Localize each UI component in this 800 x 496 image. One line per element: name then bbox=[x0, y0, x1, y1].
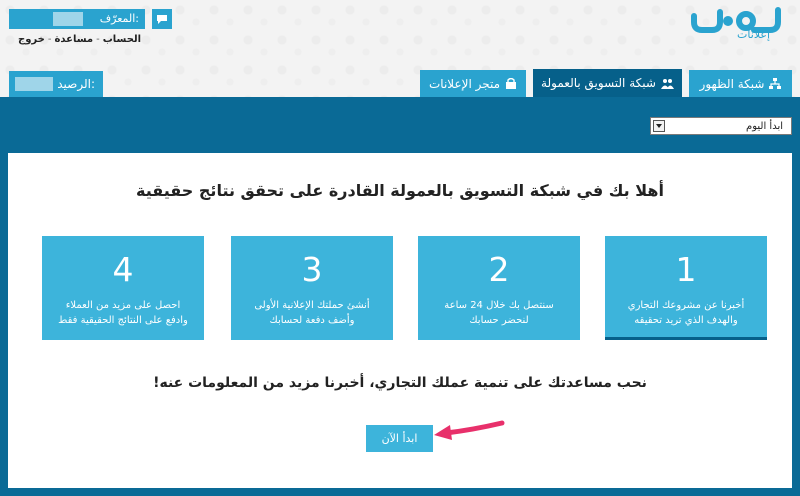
logo-subtitle: إعلانات bbox=[737, 28, 770, 41]
balance-value-redacted bbox=[15, 77, 53, 91]
pointer-arrow-icon bbox=[434, 420, 505, 440]
tab-affiliate-network[interactable]: شبكة التسويق بالعمولة bbox=[533, 69, 682, 97]
step-card-2: 2 سنتصل بك خلال 24 ساعة لنحضر حسابك bbox=[418, 236, 580, 340]
step-card-3: 3 أنشئ حملتك الإعلانية الأولى وأضف دفعة ل… bbox=[231, 236, 393, 340]
user-id-box: المعرّف: bbox=[9, 9, 145, 29]
user-id-label: المعرّف: bbox=[99, 12, 139, 25]
user-links: الحساب-مساعدة-خروج bbox=[18, 34, 142, 45]
users-icon bbox=[660, 78, 674, 89]
step-number: 4 bbox=[112, 250, 134, 289]
step-number: 2 bbox=[488, 250, 510, 289]
select-value: ابدأ اليوم bbox=[746, 121, 783, 132]
tab-ads-store[interactable]: متجر الإعلانات bbox=[420, 70, 526, 97]
step-text: احصل على مزيد من العملاء وادفع على النتائ… bbox=[58, 300, 188, 326]
logout-link[interactable]: خروج bbox=[18, 34, 45, 45]
balance-label: الرصيد: bbox=[57, 77, 95, 91]
step-card-1: 1 أخبرنا عن مشروعك التجاري والهدف الذي تر… bbox=[605, 236, 767, 340]
tab-display-network[interactable]: شبكة الظهور bbox=[689, 70, 792, 97]
step-number: 1 bbox=[675, 250, 697, 289]
chevron-down-icon[interactable] bbox=[653, 120, 665, 132]
start-now-button[interactable]: ابدأ الآن bbox=[366, 425, 433, 452]
messages-button[interactable] bbox=[152, 9, 172, 29]
balance-box: الرصيد: bbox=[9, 71, 103, 97]
chat-icon bbox=[157, 14, 167, 24]
help-link[interactable]: مساعدة bbox=[54, 34, 93, 45]
step-text: أنشئ حملتك الإعلانية الأولى وأضف دفعة لحس… bbox=[254, 300, 370, 326]
help-subtitle: نحب مساعدتك على تنمية عملك التجاري، أخبر… bbox=[153, 375, 647, 391]
store-icon bbox=[506, 78, 517, 89]
user-id-value-redacted bbox=[53, 12, 83, 26]
start-select[interactable]: ابدأ اليوم bbox=[650, 117, 792, 135]
account-link[interactable]: الحساب bbox=[103, 34, 141, 45]
step-card-4: 4 احصل على مزيد من العملاء وادفع على النت… bbox=[42, 236, 204, 340]
step-text: سنتصل بك خلال 24 ساعة لنحضر حسابك bbox=[444, 300, 554, 326]
network-icon bbox=[769, 77, 782, 89]
step-text: أخبرنا عن مشروعك التجاري والهدف الذي تريد… bbox=[627, 300, 745, 326]
step-number: 3 bbox=[301, 250, 323, 289]
welcome-title: أهلا بك في شبكة التسويق بالعمولة القادرة… bbox=[136, 181, 664, 200]
tab-label: شبكة التسويق بالعمولة bbox=[541, 76, 656, 90]
tab-label: متجر الإعلانات bbox=[428, 76, 501, 91]
tab-label: شبكة الظهور bbox=[699, 76, 765, 91]
